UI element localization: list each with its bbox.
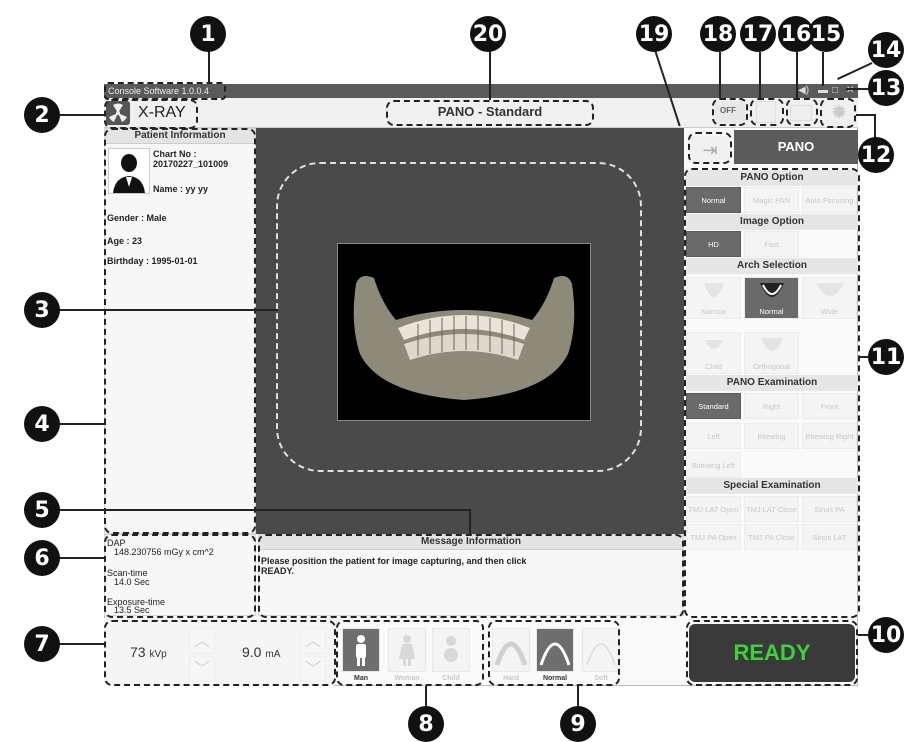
leader-line-3 xyxy=(56,309,278,311)
frame-5 xyxy=(258,534,684,618)
callout-7: 7 xyxy=(24,626,60,662)
frame-17 xyxy=(750,98,784,126)
frame-12 xyxy=(820,98,856,128)
callout-20: 20 xyxy=(470,16,506,52)
leader-line-15 xyxy=(822,52,824,86)
callout-9: 9 xyxy=(560,706,596,742)
callout-17: 17 xyxy=(740,16,776,52)
callout-1: 1 xyxy=(190,16,226,52)
frame-20 xyxy=(386,100,594,126)
callout-19: 19 xyxy=(636,16,672,52)
callout-6: 6 xyxy=(24,540,60,576)
callout-11: 11 xyxy=(868,339,904,375)
callout-13: 13 xyxy=(868,70,904,106)
pano-mode-label: PANO xyxy=(777,139,815,154)
leader-line-17 xyxy=(759,52,761,98)
pano-mode-button[interactable]: PANO xyxy=(734,130,858,164)
frame-11 xyxy=(684,168,860,618)
frame-9 xyxy=(488,620,620,686)
callout-3: 3 xyxy=(24,292,60,328)
frame-1 xyxy=(104,82,226,100)
leader-line-2 xyxy=(56,114,106,116)
frame-10 xyxy=(686,620,858,686)
frame-16 xyxy=(786,98,818,126)
maximize-icon[interactable]: □ xyxy=(832,84,838,98)
frame-2 xyxy=(104,99,198,129)
close-icon[interactable]: ✕ xyxy=(846,84,854,98)
sound-icon[interactable]: ◀) xyxy=(798,84,809,98)
leader-line-4 xyxy=(56,423,106,425)
frame-19 xyxy=(688,132,732,164)
leader-line-12v xyxy=(874,114,876,138)
leader-line-6 xyxy=(56,557,106,559)
callout-5: 5 xyxy=(24,492,60,528)
leader-line-5 xyxy=(56,509,470,511)
callout-14: 14 xyxy=(868,32,904,68)
frame-8 xyxy=(336,620,484,686)
frame-4 xyxy=(104,128,256,534)
leader-line-7 xyxy=(56,643,106,645)
callout-16: 16 xyxy=(778,16,814,52)
leader-line-16 xyxy=(796,52,798,98)
leader-line-20 xyxy=(489,50,491,100)
callout-18: 18 xyxy=(700,16,736,52)
leader-line-18 xyxy=(719,52,721,98)
leader-line-12 xyxy=(856,114,876,116)
leader-line-14 xyxy=(837,62,873,80)
frame-7 xyxy=(104,620,336,686)
minimize-icon[interactable]: ▬ xyxy=(818,84,828,98)
pano-xray-image xyxy=(337,243,591,421)
callout-12: 12 xyxy=(858,137,894,173)
frame-6 xyxy=(104,534,256,618)
frame-18 xyxy=(712,98,748,126)
callout-4: 4 xyxy=(24,406,60,442)
leader-line-5v xyxy=(469,509,471,535)
leader-line-1 xyxy=(208,50,210,84)
callout-10: 10 xyxy=(868,617,904,653)
callout-2: 2 xyxy=(24,97,60,133)
callout-8: 8 xyxy=(408,706,444,742)
